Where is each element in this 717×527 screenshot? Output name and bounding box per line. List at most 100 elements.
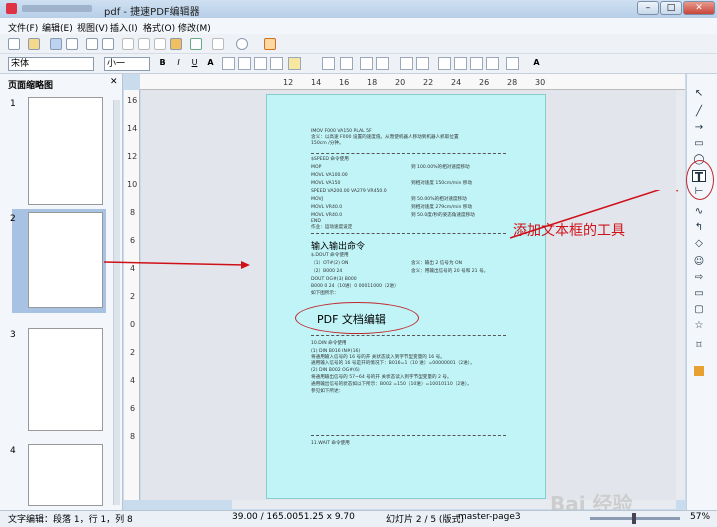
menu-view[interactable]: 视图(V) — [77, 21, 108, 34]
page-text-line: MOVL VA150 — [311, 181, 341, 186]
select-arrow-icon[interactable]: ↖ — [692, 88, 706, 100]
annotation-arrows — [509, 190, 679, 239]
page-text-line: 将通用输出信号的 57~64 号的开 关状态读入到字节型变量的 2 号。 — [311, 375, 452, 380]
gallery-icon[interactable] — [694, 366, 704, 376]
close-button[interactable]: ✕ — [683, 1, 715, 15]
ruler-label: 30 — [535, 78, 546, 87]
page-text-line: DOUT OG#(3) B000 — [311, 277, 357, 282]
clone-format-icon[interactable] — [170, 38, 182, 50]
section-heading: 输入输出命令 — [311, 242, 366, 252]
slideshow-icon[interactable] — [264, 38, 276, 50]
undo-icon[interactable] — [190, 38, 202, 50]
open-icon[interactable] — [28, 38, 40, 50]
ruler-label: 18 — [367, 78, 378, 87]
text-direction-icon[interactable] — [506, 57, 519, 70]
font-name-combo[interactable]: 宋体 — [8, 57, 94, 71]
justify-icon[interactable] — [270, 57, 283, 70]
spacing-down-icon[interactable] — [454, 57, 467, 70]
redo-icon[interactable] — [212, 38, 224, 50]
ruler-label: 6 — [130, 236, 136, 245]
ruler-label: 14 — [311, 78, 322, 87]
font-color-icon[interactable]: A — [530, 57, 543, 70]
spacing-up-icon[interactable] — [438, 57, 451, 70]
arrow-line-icon[interactable]: → — [692, 122, 706, 134]
cut-icon[interactable] — [122, 38, 134, 50]
italic-button[interactable]: I — [172, 57, 185, 70]
page-text-line: MOVL VR40.0 — [311, 205, 343, 210]
page-text-line: $SPEED 命令使用 — [311, 157, 349, 162]
ruler-label: 6 — [130, 404, 136, 413]
maximize-button[interactable]: □ — [660, 1, 682, 15]
numbering-icon[interactable] — [340, 57, 353, 70]
menu-edit[interactable]: 编辑(E) — [42, 21, 73, 34]
page-text-line: 150cm /分钟。 — [311, 141, 344, 146]
menu-format[interactable]: 格式(O) — [143, 21, 175, 34]
rectangle-icon[interactable]: ▭ — [692, 138, 706, 150]
flowchart-icon[interactable]: ▭ — [692, 288, 706, 300]
print-icon[interactable] — [102, 38, 114, 50]
ruler-label: 16 — [127, 96, 138, 105]
page-text-line: MOVJ — [311, 197, 323, 202]
ruler-label: 28 — [507, 78, 518, 87]
stars-icon[interactable]: ☆ — [692, 320, 706, 332]
ruler-label: 12 — [127, 152, 138, 161]
menu-file[interactable]: 文件(F) — [8, 21, 38, 34]
thumb-number: 4 — [10, 446, 16, 456]
edit-file-icon[interactable] — [66, 38, 78, 50]
pane-close-icon[interactable]: ✕ — [110, 77, 118, 87]
bold-button[interactable]: B — [156, 57, 169, 70]
bullets-icon[interactable] — [322, 57, 335, 70]
font-scale-button[interactable]: A — [204, 57, 217, 70]
ruler-label: 26 — [479, 78, 490, 87]
app-icon — [6, 3, 17, 14]
font-size-combo[interactable]: 小一 — [104, 57, 150, 71]
vertical-scrollbar[interactable] — [676, 90, 685, 500]
align-right-icon[interactable] — [254, 57, 267, 70]
align-left-icon[interactable] — [222, 57, 235, 70]
paragraph-above-icon[interactable] — [360, 57, 373, 70]
page-text-line: 到 100.00%的相对速度移动 — [411, 165, 470, 170]
pane-title: 页面缩略图 — [8, 81, 54, 91]
menu-modify[interactable]: 修改(M) — [178, 21, 211, 34]
zoom-icon[interactable] — [236, 38, 248, 50]
ruler-label: 14 — [127, 124, 138, 133]
ruler-label: 22 — [423, 78, 434, 87]
points-icon[interactable]: ⌑ — [692, 340, 706, 352]
line-spacing-icon[interactable] — [288, 57, 301, 70]
indent-decrease-icon[interactable] — [416, 57, 429, 70]
callouts-icon[interactable]: ▢ — [692, 304, 706, 316]
ruler-label: 8 — [130, 208, 136, 217]
ruler-label: 0 — [130, 320, 136, 329]
paragraph-below-icon[interactable] — [376, 57, 389, 70]
page-thumbnail-2[interactable] — [28, 212, 103, 308]
page-text-line: （2）B000 24 — [311, 269, 343, 274]
ruler-label: 24 — [451, 78, 462, 87]
page-thumbnail-4[interactable] — [28, 444, 103, 506]
character-icon[interactable] — [470, 57, 483, 70]
status-slide: 幻灯片 2 / 5 (版式) — [386, 515, 464, 525]
export-pdf-icon[interactable] — [86, 38, 98, 50]
copy-icon[interactable] — [138, 38, 150, 50]
minimize-button[interactable]: – — [637, 1, 659, 15]
align-center-icon[interactable] — [238, 57, 251, 70]
page-thumbnail-1[interactable] — [28, 97, 103, 205]
zoom-slider-thumb[interactable] — [632, 513, 636, 524]
paragraph-icon[interactable] — [486, 57, 499, 70]
page-text-line: 通用输出信号的状态如以下所示：B002 =150（10进）=10010110（2… — [311, 382, 472, 387]
save-icon[interactable] — [50, 38, 62, 50]
indent-increase-icon[interactable] — [400, 57, 413, 70]
new-icon[interactable] — [8, 38, 20, 50]
pdf-page[interactable]: IMOV F000 VA150 PLAL 5F 含义：以高速 F000 设置的速… — [266, 94, 546, 499]
page-text-line: 如下图所示： — [311, 291, 339, 296]
paste-icon[interactable] — [154, 38, 166, 50]
text-box[interactable]: PDF 文档编辑 — [317, 311, 386, 327]
ruler-label: 20 — [395, 78, 406, 87]
underline-button[interactable]: U — [188, 57, 201, 70]
line-icon[interactable]: ╱ — [692, 106, 706, 118]
page-thumbnail-3[interactable] — [28, 328, 103, 431]
status-position: 39.00 / 165.00 — [232, 512, 299, 522]
menu-insert[interactable]: 插入(I) — [110, 21, 138, 34]
horizontal-ruler — [140, 74, 685, 90]
page-text-line: 10.DIN 命令使用 — [311, 341, 347, 346]
thumb-scrollbar[interactable] — [113, 100, 120, 505]
